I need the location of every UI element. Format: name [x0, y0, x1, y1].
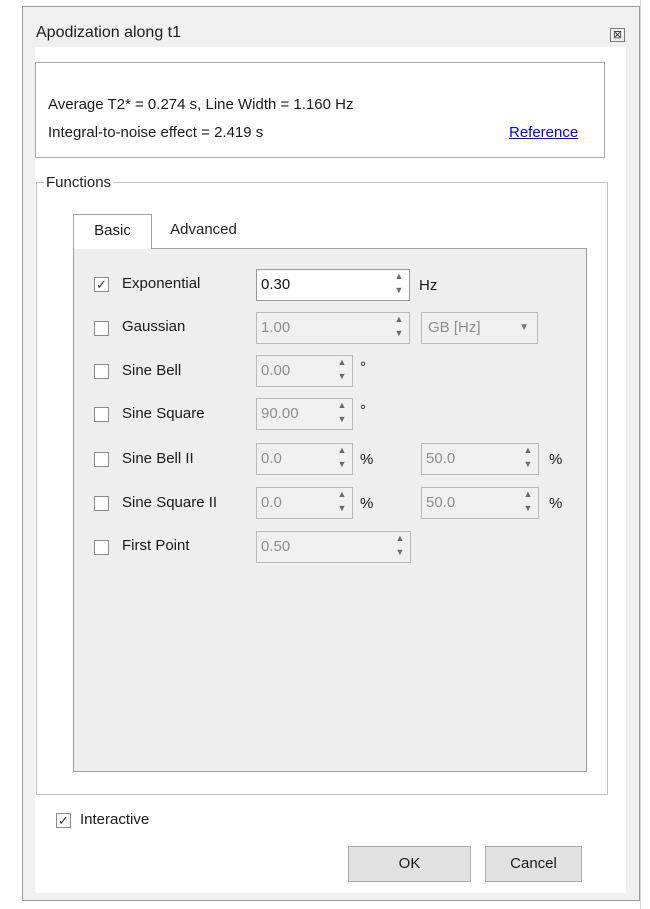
sine-square-value: 90.00 [261, 405, 299, 422]
sine-bell-ii-value2-input[interactable]: 50.0 ▲ ▼ [421, 443, 539, 475]
spin-down-icon[interactable]: ▼ [336, 502, 348, 516]
sine-bell-ii-value2: 50.0 [426, 450, 456, 467]
close-icon[interactable]: ⊠ [610, 28, 625, 42]
ok-button[interactable]: OK [348, 846, 471, 882]
sine-square-unit: ° [360, 402, 366, 419]
first-point-value: 0.50 [261, 538, 291, 555]
sine-bell-ii-unit2: % [549, 451, 563, 468]
sine-square-ii-unit2: % [549, 495, 563, 512]
chevron-down-icon[interactable]: ▼ [519, 313, 529, 343]
spin-down-icon[interactable]: ▼ [522, 502, 534, 516]
sine-square-checkbox[interactable] [94, 407, 109, 422]
gaussian-value-input[interactable]: 1.00 ▲ ▼ [256, 312, 410, 344]
sine-bell-value-input[interactable]: 0.00 ▲ ▼ [256, 355, 353, 387]
spin-down-icon[interactable]: ▼ [336, 458, 348, 472]
sine-bell-spinner[interactable]: ▲ ▼ [336, 356, 348, 386]
spin-down-icon[interactable]: ▼ [336, 370, 348, 384]
sine-square-ii-checkbox[interactable] [94, 496, 109, 511]
spin-down-icon[interactable]: ▼ [393, 327, 405, 341]
first-point-checkbox[interactable] [94, 540, 109, 555]
gaussian-value: 1.00 [261, 319, 291, 336]
sine-square-ii-value2-input[interactable]: 50.0 ▲ ▼ [421, 487, 539, 519]
spin-up-icon[interactable]: ▲ [394, 532, 406, 546]
sine-square-ii-label: Sine Square II [122, 494, 218, 511]
exponential-spinner[interactable]: ▲ ▼ [393, 270, 405, 300]
spin-up-icon[interactable]: ▲ [336, 488, 348, 502]
sine-square-ii-spinner2[interactable]: ▲ ▼ [522, 488, 534, 518]
spin-up-icon[interactable]: ▲ [393, 313, 405, 327]
exponential-value-input[interactable]: 0.30 ▲ ▼ [256, 269, 410, 301]
sine-square-spinner[interactable]: ▲ ▼ [336, 399, 348, 429]
sine-bell-label: Sine Bell [122, 362, 182, 379]
spin-up-icon[interactable]: ▲ [522, 488, 534, 502]
sine-bell-ii-unit: % [360, 451, 374, 468]
interactive-label: Interactive [80, 811, 150, 828]
exponential-checkbox[interactable]: ✓ [94, 277, 109, 292]
integral-noise-text: Integral-to-noise effect = 2.419 s [48, 124, 264, 141]
sine-square-ii-value: 0.0 [261, 494, 282, 511]
spin-up-icon[interactable]: ▲ [336, 356, 348, 370]
exponential-unit: Hz [419, 277, 438, 294]
exponential-label: Exponential [122, 275, 201, 292]
sine-bell-checkbox[interactable] [94, 364, 109, 379]
average-t2-text: Average T2* = 0.274 s, Line Width = 1.16… [48, 96, 354, 113]
sine-bell-ii-value: 0.0 [261, 450, 282, 467]
first-point-value-input[interactable]: 0.50 ▲ ▼ [256, 531, 411, 563]
spin-down-icon[interactable]: ▼ [522, 458, 534, 472]
gaussian-unit-combo[interactable]: GB [Hz] ▼ [421, 312, 538, 344]
sine-bell-unit: ° [360, 359, 366, 376]
exponential-value: 0.30 [261, 276, 291, 293]
first-point-label: First Point [122, 537, 190, 554]
sine-bell-ii-value-input[interactable]: 0.0 ▲ ▼ [256, 443, 353, 475]
gaussian-spinner[interactable]: ▲ ▼ [393, 313, 405, 343]
functions-group-label: Functions [44, 174, 114, 191]
reference-link[interactable]: Reference [509, 124, 578, 141]
spin-down-icon[interactable]: ▼ [336, 413, 348, 427]
first-point-spinner[interactable]: ▲ ▼ [394, 532, 406, 562]
dialog-title: Apodization along t1 [36, 24, 181, 41]
sine-bell-value: 0.00 [261, 362, 291, 379]
sine-square-value-input[interactable]: 90.00 ▲ ▼ [256, 398, 353, 430]
cancel-button[interactable]: Cancel [485, 846, 582, 882]
sine-square-ii-unit: % [360, 495, 374, 512]
sine-square-ii-value-input[interactable]: 0.0 ▲ ▼ [256, 487, 353, 519]
spin-up-icon[interactable]: ▲ [522, 444, 534, 458]
tab-advanced[interactable]: Advanced [152, 214, 255, 248]
sine-bell-ii-label: Sine Bell II [122, 450, 194, 467]
spin-down-icon[interactable]: ▼ [394, 546, 406, 560]
background-right [640, 0, 650, 909]
background-left [0, 0, 22, 909]
sine-bell-ii-spinner2[interactable]: ▲ ▼ [522, 444, 534, 474]
gaussian-unit-value: GB [Hz] [428, 319, 481, 336]
tab-basic[interactable]: Basic [73, 214, 152, 249]
sine-bell-ii-checkbox[interactable] [94, 452, 109, 467]
interactive-checkbox[interactable]: ✓ [56, 813, 71, 828]
spin-up-icon[interactable]: ▲ [336, 444, 348, 458]
sine-square-ii-spinner[interactable]: ▲ ▼ [336, 488, 348, 518]
spin-down-icon[interactable]: ▼ [393, 284, 405, 298]
sine-square-ii-value2: 50.0 [426, 494, 456, 511]
gaussian-checkbox[interactable] [94, 321, 109, 336]
gaussian-label: Gaussian [122, 318, 186, 335]
spin-up-icon[interactable]: ▲ [336, 399, 348, 413]
spin-up-icon[interactable]: ▲ [393, 270, 405, 284]
sine-bell-ii-spinner[interactable]: ▲ ▼ [336, 444, 348, 474]
sine-square-label: Sine Square [122, 405, 205, 422]
